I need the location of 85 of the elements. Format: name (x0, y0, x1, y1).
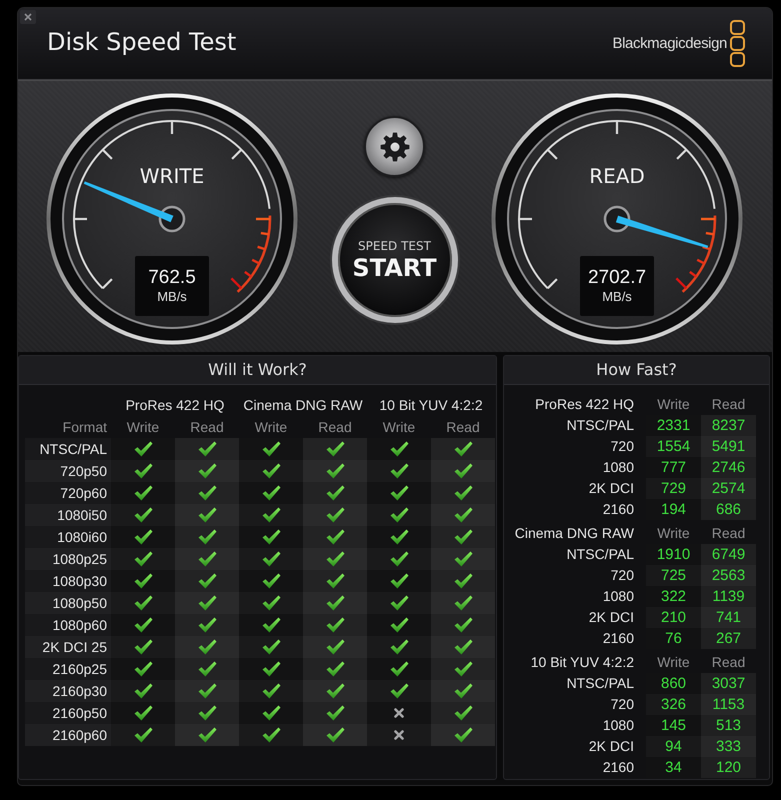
close-icon (24, 13, 32, 21)
codec-header: 10 Bit YUV 4:2:2 (378, 396, 484, 415)
codec-label: Cinema DNG RAW (514, 524, 635, 543)
format-cell: 1080p60 (25, 614, 111, 636)
format-cell: 2K DCI 25 (25, 636, 111, 658)
column-header: Read (189, 418, 225, 437)
close-button[interactable] (20, 10, 36, 24)
column-header: Read (710, 524, 746, 543)
speed-cell: 120 (701, 757, 756, 778)
column-header: Read (710, 395, 746, 414)
gauge-label: READ (589, 164, 645, 186)
format-cell: 720p60 (25, 482, 111, 504)
column-header: Write (656, 524, 691, 543)
format-label: 2160 (602, 758, 635, 777)
format-label: NTSC/PAL (566, 545, 635, 564)
speed-value: 2702.7 (588, 266, 646, 288)
format-cell: 1080p50 (25, 592, 111, 614)
format-cell: 720p50 (25, 460, 111, 482)
speed-cell: 210 (646, 607, 701, 628)
column-header: Write (382, 418, 416, 437)
speed-cell: 2746 (701, 457, 756, 478)
column-header: Write (126, 418, 160, 437)
speed-cell: 8237 (701, 415, 756, 436)
speed-value: 762.5 (148, 266, 196, 288)
format-cell: 2160p50 (25, 702, 111, 724)
stacked-squares-icon (730, 20, 745, 67)
speed-cell: 1153 (701, 694, 756, 715)
format-cell: 2160p30 (25, 680, 111, 702)
start-button[interactable]: SPEED TEST START (332, 197, 458, 323)
speed-cell: 741 (701, 607, 756, 628)
codec-label: 10 Bit YUV 4:2:2 (530, 653, 635, 672)
speed-cell: 94 (646, 736, 701, 757)
speed-cell: 333 (701, 736, 756, 757)
format-cell: NTSC/PAL (25, 438, 111, 460)
speed-cell: 725 (646, 565, 701, 586)
panel-header: Will it Work? (19, 356, 496, 385)
settings-button[interactable] (364, 116, 425, 177)
format-label: 1080 (602, 587, 635, 606)
speed-cell: 513 (701, 715, 756, 736)
speed-cell: 2563 (701, 565, 756, 586)
speed-cell: 326 (646, 694, 701, 715)
format-label: 1080 (602, 458, 635, 477)
speed-unit: MB/s (602, 288, 632, 304)
format-cell: 2160p25 (25, 658, 111, 680)
codec-label: ProRes 422 HQ (534, 395, 635, 414)
format-cell: 1080i50 (25, 504, 111, 526)
format-label: NTSC/PAL (566, 416, 635, 435)
panel-header: How Fast? (504, 356, 769, 385)
speed-cell: 2574 (701, 478, 756, 499)
column-header: Read (710, 653, 746, 672)
column-header: Read (445, 418, 481, 437)
format-cell: 1080p30 (25, 570, 111, 592)
column-header: Write (656, 653, 691, 672)
speed-cell: 6749 (701, 544, 756, 565)
format-label: 720 (610, 437, 635, 456)
format-label: 720 (610, 566, 635, 585)
format-label: 2K DCI (588, 479, 635, 498)
gauge-label: WRITE (140, 164, 204, 186)
codec-header: Cinema DNG RAW (242, 396, 364, 415)
column-header: Write (254, 418, 288, 437)
speed-cell: 1139 (701, 586, 756, 607)
format-cell: 1080i60 (25, 526, 111, 548)
format-label: 1080 (602, 716, 635, 735)
format-label: 2K DCI (588, 608, 635, 627)
format-cell: 2160p60 (25, 724, 111, 746)
format-cell: 1080p25 (25, 548, 111, 570)
logo-text: Blackmagicdesign (612, 35, 727, 52)
format-label: NTSC/PAL (566, 674, 635, 693)
format-label: 720 (610, 695, 635, 714)
speed-cell: 686 (701, 499, 756, 520)
speed-cell: 729 (646, 478, 701, 499)
speed-cell: 267 (701, 628, 756, 649)
format-label: 2K DCI (588, 737, 635, 756)
format-label: 2160 (602, 500, 635, 519)
column-header: Format (62, 418, 108, 437)
codec-header: ProRes 422 HQ (124, 396, 226, 415)
speed-cell: 1554 (646, 436, 701, 457)
speed-unit: MB/s (157, 288, 187, 304)
column-header: Write (656, 395, 691, 414)
window-title: Disk Speed Test (47, 28, 236, 56)
speed-cell: 5491 (701, 436, 756, 457)
gear-icon (380, 132, 410, 162)
column-header: Read (317, 418, 353, 437)
format-label: 2160 (602, 629, 635, 648)
speed-cell: 3037 (701, 673, 756, 694)
